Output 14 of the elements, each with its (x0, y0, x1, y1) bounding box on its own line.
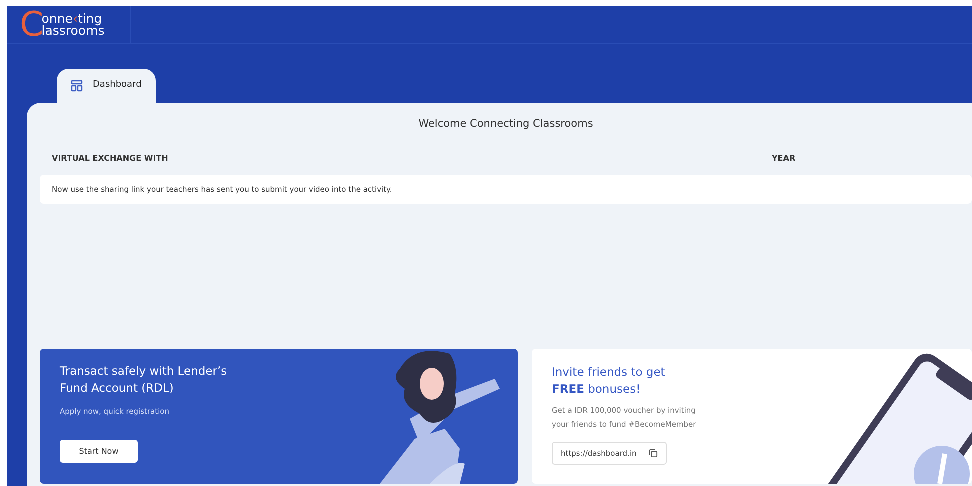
logo-text: onne‹ting (42, 12, 102, 24)
column-header: VIRTUAL EXCHANGE WITH (52, 152, 170, 165)
dashboard-icon (71, 80, 83, 92)
dashboard-tab[interactable]: Dashboard (57, 69, 156, 103)
invite-title: Invite friends to get (552, 364, 666, 381)
invite-title: FREE bonuses! (552, 381, 642, 398)
logo-text: lassrooms (42, 24, 105, 36)
promo-title: Transact safely with Lender’s (60, 363, 228, 380)
copy-icon[interactable] (648, 449, 658, 458)
promo-title: Fund Account (RDL) (60, 380, 175, 397)
start-now-button[interactable]: Start Now (60, 440, 138, 464)
welcome-heading: Welcome Connecting Classrooms (418, 117, 594, 132)
logo-initial: C (20, 8, 44, 42)
column-header: YEAR (772, 152, 796, 165)
